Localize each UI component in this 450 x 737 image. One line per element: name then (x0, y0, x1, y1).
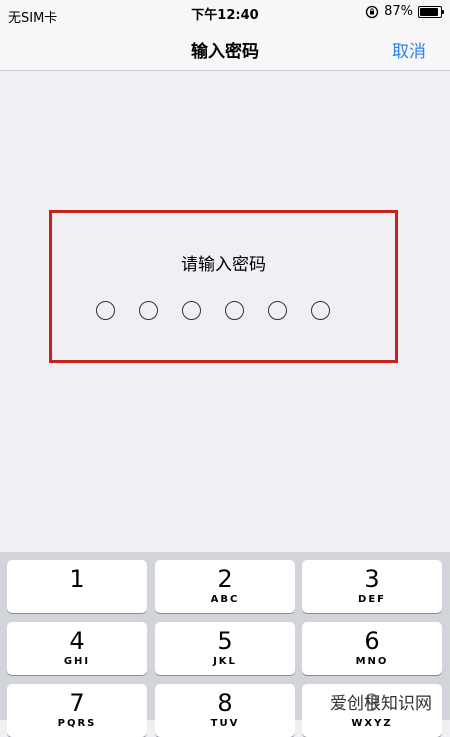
key-digit: 7 (69, 689, 85, 717)
key-digit: 2 (217, 565, 233, 593)
orientation-lock-icon (365, 5, 379, 19)
passcode-dots (96, 301, 330, 320)
key-5[interactable]: 5 JKL (155, 622, 295, 675)
cancel-button[interactable]: 取消 (392, 37, 426, 62)
passcode-dot (225, 301, 244, 320)
key-6[interactable]: 6 MNO (302, 622, 442, 675)
key-letters: GHI (63, 656, 91, 667)
passcode-dot (96, 301, 115, 320)
passcode-highlight-box: 请输入密码 (49, 210, 398, 363)
passcode-dot (268, 301, 287, 320)
key-letters: DEF (358, 594, 386, 605)
passcode-dot (182, 301, 201, 320)
watermark: 爱创根知识网 (326, 689, 436, 714)
page-title: 输入密码 (191, 42, 259, 62)
passcode-dot (139, 301, 158, 320)
key-letters: MNO (355, 656, 389, 667)
key-digit: 5 (217, 627, 233, 655)
key-8[interactable]: 8 TUV (155, 684, 295, 737)
status-bar: 无SIM卡 下午12:40 87% (0, 0, 450, 28)
passcode-dot (311, 301, 330, 320)
key-digit: 1 (69, 565, 85, 593)
battery-percent: 87% (384, 4, 413, 19)
key-letters: JKL (213, 656, 237, 667)
key-7[interactable]: 7 PQRS (7, 684, 147, 737)
key-digit: 3 (364, 565, 380, 593)
navigation-bar: 输入密码 取消 (0, 28, 450, 71)
key-2[interactable]: 2 ABC (155, 560, 295, 613)
key-3[interactable]: 3 DEF (302, 560, 442, 613)
key-digit: 4 (69, 627, 85, 655)
key-letters: ABC (210, 594, 240, 605)
key-4[interactable]: 4 GHI (7, 622, 147, 675)
key-1[interactable]: 1 (7, 560, 147, 613)
key-digit: 8 (217, 689, 233, 717)
passcode-prompt: 请输入密码 (181, 255, 266, 275)
status-right: 87% (365, 4, 444, 19)
battery-icon (418, 5, 444, 18)
key-digit: 6 (364, 627, 380, 655)
